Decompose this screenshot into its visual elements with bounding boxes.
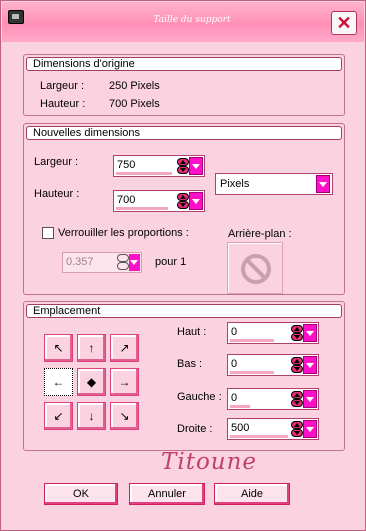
lock-proportions-checkbox[interactable] bbox=[42, 227, 54, 239]
spin-up-icon[interactable] bbox=[291, 325, 303, 333]
bas-arrows[interactable] bbox=[291, 357, 303, 373]
spin-down-icon[interactable] bbox=[177, 201, 189, 209]
new-width-spinner[interactable]: 750 bbox=[113, 155, 205, 177]
unit-dropdown-icon[interactable] bbox=[316, 175, 330, 193]
cancel-button[interactable]: Annuler bbox=[129, 483, 205, 505]
origin-dimensions-group: Dimensions d'origine Largeur : 250 Pixel… bbox=[23, 54, 345, 116]
gauche-label: Gauche : bbox=[177, 391, 222, 403]
anchor-grid: ↖ ↑ ↗ ← ◆ → ↙ ↓ ↘ bbox=[44, 334, 140, 430]
droite-arrows[interactable] bbox=[291, 421, 303, 437]
new-height-value[interactable]: 700 bbox=[117, 194, 135, 206]
origin-dimensions-heading: Dimensions d'origine bbox=[26, 57, 342, 71]
ok-button[interactable]: OK bbox=[44, 483, 118, 505]
anchor-bottom[interactable]: ↓ bbox=[77, 402, 106, 430]
spin-up-icon[interactable] bbox=[177, 158, 189, 166]
gauche-arrows[interactable] bbox=[291, 391, 303, 407]
dropdown-arrow-icon[interactable] bbox=[189, 192, 203, 210]
lock-proportions-label[interactable]: Verrouiller les proportions : bbox=[58, 227, 189, 239]
ratio-spinner: 0.357 bbox=[62, 252, 142, 273]
haut-label: Haut : bbox=[177, 326, 207, 338]
app-icon bbox=[8, 10, 24, 24]
close-button[interactable]: ✕ bbox=[331, 11, 357, 35]
dropdown-arrow-icon[interactable] bbox=[303, 420, 317, 438]
bas-label: Bas : bbox=[177, 358, 203, 370]
ratio-arrows bbox=[117, 254, 129, 271]
window-title: Taille du support bbox=[153, 15, 231, 25]
haut-bar bbox=[230, 339, 274, 342]
spin-up-icon[interactable] bbox=[291, 421, 303, 429]
spin-down-icon[interactable] bbox=[291, 333, 303, 341]
new-width-arrows[interactable] bbox=[177, 158, 189, 174]
ratio-suffix: pour 1 bbox=[155, 256, 187, 268]
spin-up-icon[interactable] bbox=[291, 357, 303, 365]
anchor-left[interactable]: ← bbox=[44, 368, 73, 396]
help-button[interactable]: Aide bbox=[214, 483, 290, 505]
no-color-icon bbox=[241, 254, 271, 284]
ratio-value: 0.357 bbox=[66, 256, 94, 268]
spin-down-icon[interactable] bbox=[291, 399, 303, 407]
bas-bar bbox=[230, 371, 274, 374]
new-dimensions-group: Nouvelles dimensions Largeur : 750 Haute… bbox=[23, 123, 345, 295]
droite-spinner[interactable]: 500 bbox=[227, 418, 319, 440]
gauche-spinner[interactable]: 0 bbox=[227, 388, 319, 410]
new-height-bar bbox=[116, 207, 168, 210]
new-height-arrows[interactable] bbox=[177, 193, 189, 209]
bas-value[interactable]: 0 bbox=[231, 358, 237, 370]
signature: Titoune bbox=[161, 449, 258, 475]
spin-up-icon[interactable] bbox=[291, 391, 303, 399]
bas-spinner[interactable]: 0 bbox=[227, 354, 319, 376]
origin-height-value: 700 Pixels bbox=[109, 98, 160, 110]
unit-select[interactable]: Pixels bbox=[215, 173, 333, 195]
gauche-bar bbox=[230, 405, 250, 408]
spin-up-icon[interactable] bbox=[177, 193, 189, 201]
dropdown-arrow-icon[interactable] bbox=[189, 157, 203, 175]
placement-group: Emplacement ↖ ↑ ↗ ← ◆ → ↙ ↓ ↘ Haut : 0 B… bbox=[23, 301, 345, 451]
anchor-right[interactable]: → bbox=[110, 368, 139, 396]
anchor-bottom-right[interactable]: ↘ bbox=[110, 402, 139, 430]
dropdown-arrow-icon[interactable] bbox=[303, 356, 317, 374]
spin-down-icon[interactable] bbox=[291, 365, 303, 373]
background-label: Arrière-plan : bbox=[228, 228, 292, 240]
new-height-spinner[interactable]: 700 bbox=[113, 190, 205, 212]
anchor-top-right[interactable]: ↗ bbox=[110, 334, 139, 362]
anchor-bottom-left[interactable]: ↙ bbox=[44, 402, 73, 430]
origin-width-value: 250 Pixels bbox=[109, 80, 160, 92]
dropdown-arrow-icon[interactable] bbox=[303, 324, 317, 342]
new-dimensions-heading: Nouvelles dimensions bbox=[26, 126, 342, 140]
haut-arrows[interactable] bbox=[291, 325, 303, 341]
title-bar[interactable]: Taille du support ✕ bbox=[2, 2, 364, 42]
spin-down-icon[interactable] bbox=[177, 166, 189, 174]
new-width-label: Largeur : bbox=[34, 156, 79, 168]
new-height-label: Hauteur : bbox=[34, 188, 80, 200]
dropdown-arrow-icon[interactable] bbox=[303, 390, 317, 408]
ratio-dropdown-icon bbox=[129, 254, 140, 271]
haut-value[interactable]: 0 bbox=[231, 326, 237, 338]
droite-bar bbox=[230, 435, 288, 438]
dialog-window: Taille du support ✕ Dimensions d'origine… bbox=[0, 0, 366, 531]
placement-heading: Emplacement bbox=[26, 304, 342, 318]
droite-value[interactable]: 500 bbox=[231, 422, 249, 434]
new-width-value[interactable]: 750 bbox=[117, 159, 135, 171]
origin-height-label: Hauteur : bbox=[40, 98, 86, 110]
new-width-bar bbox=[116, 172, 172, 175]
spin-down-icon[interactable] bbox=[291, 429, 303, 437]
anchor-top-left[interactable]: ↖ bbox=[44, 334, 73, 362]
haut-spinner[interactable]: 0 bbox=[227, 322, 319, 344]
unit-selected-value: Pixels bbox=[220, 178, 250, 190]
anchor-top[interactable]: ↑ bbox=[77, 334, 106, 362]
anchor-center[interactable]: ◆ bbox=[77, 368, 106, 396]
origin-width-label: Largeur : bbox=[40, 80, 85, 92]
background-swatch[interactable] bbox=[227, 242, 283, 294]
gauche-value[interactable]: 0 bbox=[231, 392, 237, 404]
droite-label: Droite : bbox=[177, 423, 213, 435]
